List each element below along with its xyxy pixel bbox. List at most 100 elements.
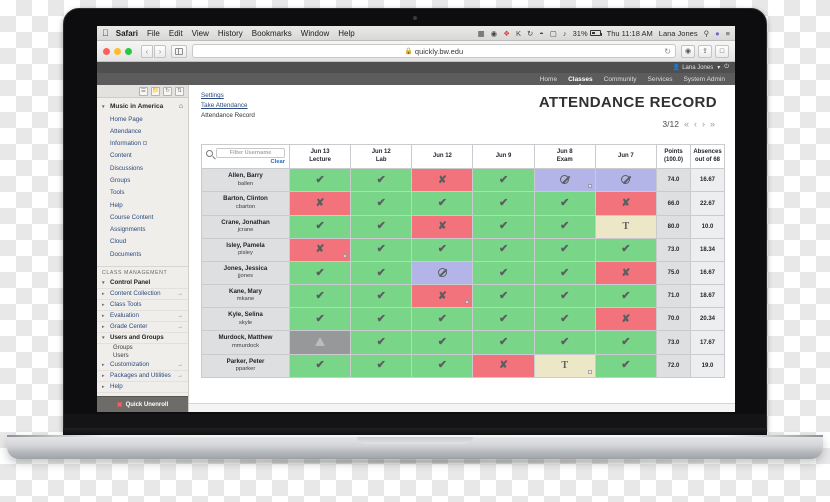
menu-item-safari[interactable]: Safari bbox=[116, 29, 138, 38]
menu-item-edit[interactable]: Edit bbox=[169, 29, 183, 38]
attendance-cell[interactable] bbox=[472, 307, 535, 332]
back-button[interactable]: ‹ bbox=[141, 44, 153, 58]
attendance-cell[interactable] bbox=[472, 191, 535, 216]
spotlight-search-icon[interactable]: ⚲ bbox=[704, 29, 710, 38]
attendance-cell[interactable] bbox=[350, 353, 413, 378]
attendance-cell[interactable] bbox=[594, 284, 658, 309]
attendance-cell[interactable] bbox=[533, 307, 596, 332]
student-cell[interactable]: Murdock, Matthew mmurdock bbox=[201, 330, 290, 355]
student-cell[interactable]: Kane, Mary mkane bbox=[201, 284, 290, 309]
folder-icon[interactable]: 📁 bbox=[151, 86, 160, 96]
attendance-cell[interactable] bbox=[288, 237, 352, 262]
sidebar-item-customization[interactable]: ▸ Customization → bbox=[97, 360, 188, 371]
sidebar-item-attendance[interactable]: Attendance bbox=[97, 125, 188, 137]
attendance-cell[interactable] bbox=[594, 191, 658, 216]
sidebar-subitem-users[interactable]: Users bbox=[97, 352, 188, 360]
attendance-cell[interactable] bbox=[533, 260, 596, 286]
attendance-cell[interactable] bbox=[533, 191, 596, 216]
menu-item-window[interactable]: Window bbox=[301, 29, 329, 38]
student-cell[interactable]: Parker, Peter pparker bbox=[201, 353, 290, 378]
student-cell[interactable]: Allen, Barry ballen bbox=[201, 168, 290, 193]
quick-unenroll-button[interactable]: ✖ Quick Unenroll bbox=[97, 396, 188, 412]
sidebar-item-help-panel[interactable]: ▸ Help bbox=[97, 382, 188, 393]
sidebar-item-information[interactable]: Information bbox=[97, 138, 188, 150]
new-tab-button[interactable]: □ bbox=[715, 44, 729, 58]
column-jun-13-lecture[interactable]: Jun 13 Lecture bbox=[288, 144, 352, 170]
nav-item-classes[interactable]: Classes bbox=[568, 76, 593, 87]
attendance-cell[interactable] bbox=[350, 191, 413, 216]
nav-item-services[interactable]: Services bbox=[648, 76, 673, 83]
wifi-icon[interactable]: ◓ bbox=[539, 29, 544, 38]
horizontal-scrollbar[interactable] bbox=[189, 403, 735, 412]
attendance-cell[interactable] bbox=[472, 260, 535, 286]
attendance-cell[interactable] bbox=[533, 237, 596, 262]
siri-icon[interactable]: ● bbox=[715, 29, 720, 38]
attendance-cell[interactable] bbox=[350, 330, 413, 355]
eye-icon[interactable]: ◉ bbox=[491, 29, 498, 38]
attendance-cell[interactable] bbox=[411, 237, 474, 262]
attendance-cell[interactable] bbox=[411, 168, 474, 193]
apple-logo-icon[interactable]:  bbox=[102, 28, 109, 38]
attendance-cell[interactable] bbox=[533, 330, 596, 355]
column-jun-8-exam[interactable]: Jun 8 Exam bbox=[533, 144, 596, 170]
attendance-cell[interactable] bbox=[594, 330, 658, 355]
home-icon[interactable]: ⌂ bbox=[179, 103, 183, 110]
sidebar-item-content[interactable]: Content bbox=[97, 150, 188, 162]
column-points[interactable]: Points (100.0) bbox=[656, 144, 691, 170]
notification-center-icon[interactable]: ≡ bbox=[726, 29, 730, 38]
attendance-cell[interactable] bbox=[533, 284, 596, 309]
chevron-down-icon[interactable]: ▾ bbox=[717, 64, 720, 71]
previous-page-button[interactable]: ‹ bbox=[694, 119, 697, 129]
sidebar-course-title[interactable]: ▾ Music in America ⌂ bbox=[97, 101, 188, 113]
keyboard-icon[interactable]: K bbox=[516, 29, 521, 38]
attendance-cell[interactable] bbox=[288, 168, 352, 193]
attendance-cell[interactable] bbox=[288, 260, 352, 286]
column-absences[interactable]: Absences out of 68 bbox=[690, 144, 725, 170]
attendance-cell[interactable] bbox=[411, 214, 474, 239]
clock-label[interactable]: Thu 11:18 AM bbox=[607, 29, 653, 38]
menu-item-help[interactable]: Help bbox=[338, 29, 354, 38]
attendance-cell[interactable] bbox=[472, 168, 535, 193]
attendance-cell[interactable] bbox=[350, 237, 413, 262]
sort-icon[interactable]: ⇅ bbox=[175, 86, 184, 96]
sidebar-item-class-tools[interactable]: ▸ Class Tools bbox=[97, 300, 188, 311]
maximize-window-button[interactable] bbox=[125, 47, 132, 55]
sidebar-item-documents[interactable]: Documents bbox=[97, 248, 188, 260]
column-jun-12[interactable]: Jun 12 bbox=[411, 144, 474, 170]
attendance-cell[interactable] bbox=[594, 307, 658, 332]
list-view-icon[interactable]: ☰ bbox=[139, 86, 148, 96]
attendance-cell[interactable] bbox=[350, 168, 413, 193]
student-cell[interactable]: Isley, Pamela pisley bbox=[201, 237, 290, 262]
attendance-cell[interactable] bbox=[533, 214, 596, 239]
sidebar-item-help[interactable]: Help bbox=[97, 199, 188, 211]
chevron-down-icon[interactable]: ▾ bbox=[102, 104, 107, 110]
attendance-cell[interactable] bbox=[411, 307, 474, 332]
column-jun-7[interactable]: Jun 7 bbox=[594, 144, 658, 170]
attendance-cell[interactable] bbox=[288, 353, 352, 378]
attendance-cell[interactable] bbox=[594, 168, 658, 193]
attendance-cell[interactable] bbox=[533, 353, 596, 378]
nav-item-home[interactable]: Home bbox=[540, 76, 557, 83]
attendance-cell[interactable] bbox=[288, 307, 352, 332]
attendance-cell[interactable] bbox=[350, 214, 413, 239]
attendance-cell[interactable] bbox=[533, 168, 596, 193]
sidebar-item-discussions[interactable]: Discussions bbox=[97, 162, 188, 174]
attendance-cell[interactable] bbox=[288, 191, 352, 216]
sidebar-item-groups[interactable]: Groups bbox=[97, 174, 188, 186]
sidebar-item-tools[interactable]: Tools bbox=[97, 187, 188, 199]
sidebar-toggle-button[interactable] bbox=[171, 44, 187, 58]
sidebar-item-content-collection[interactable]: ▸ Content Collection → bbox=[97, 289, 188, 300]
timemachine-icon[interactable]: ↻ bbox=[527, 29, 533, 38]
power-icon[interactable]: ⏻ bbox=[724, 64, 729, 71]
refresh-icon[interactable]: ↻ bbox=[163, 86, 172, 96]
attendance-cell[interactable] bbox=[594, 237, 658, 262]
attendance-cell[interactable] bbox=[411, 330, 474, 355]
close-window-button[interactable] bbox=[103, 47, 110, 55]
attendance-cell[interactable] bbox=[288, 284, 352, 309]
share-button[interactable]: ⇪ bbox=[698, 44, 712, 58]
filter-username-input[interactable]: Filter Username bbox=[216, 148, 285, 159]
attendance-cell[interactable] bbox=[472, 214, 535, 239]
column-jun-12-lab[interactable]: Jun 12 Lab bbox=[350, 144, 413, 170]
last-page-button[interactable]: » bbox=[710, 119, 715, 129]
screen-mirroring-icon[interactable]: ▦ bbox=[478, 29, 485, 38]
